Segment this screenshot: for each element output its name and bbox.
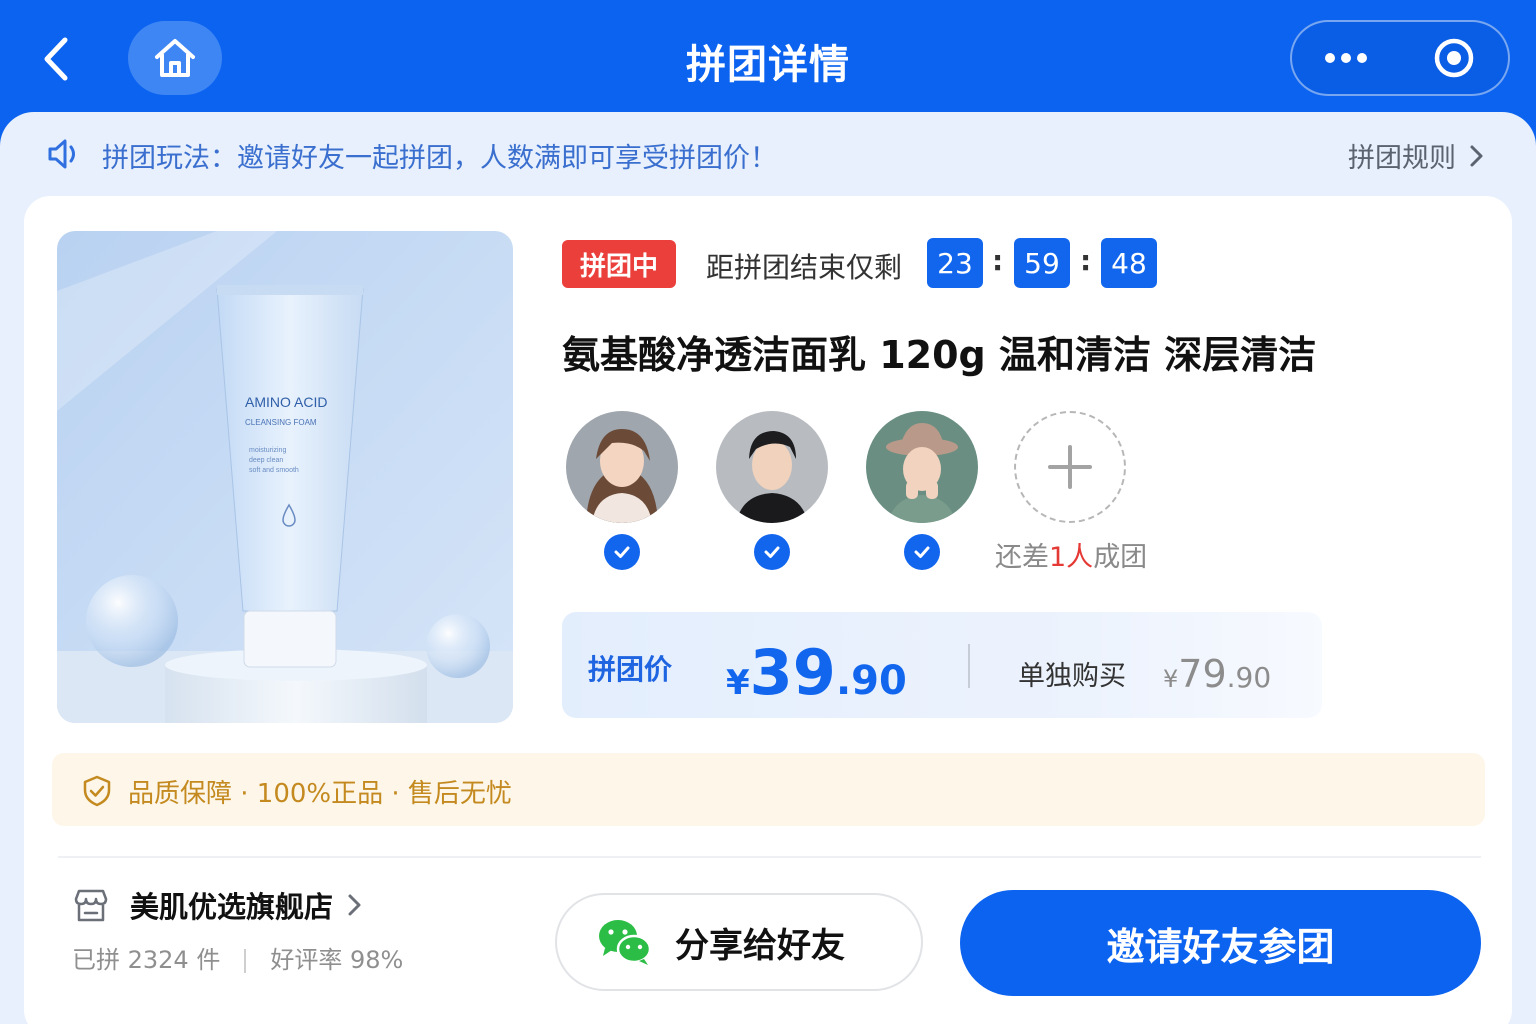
countdown-minutes: 59 xyxy=(1014,238,1070,288)
stats-separator xyxy=(244,949,247,973)
tube-sub-text: CLEANSING FOAM xyxy=(245,418,317,427)
countdown-colon: : xyxy=(1080,244,1092,277)
status-badge: 拼团中 xyxy=(562,240,676,288)
countdown-seconds: 48 xyxy=(1101,238,1157,288)
need-count: 1人 xyxy=(1049,542,1094,573)
countdown-label: 距拼团结束仅剩 xyxy=(706,251,903,284)
countdown-hours: 23 xyxy=(927,238,983,288)
close-button[interactable] xyxy=(1400,22,1508,94)
notice-text: 拼团玩法：邀请好友一起拼团，人数满即可享受拼团价！ xyxy=(102,143,777,174)
single-price-currency: ¥ xyxy=(1163,665,1179,693)
member-check-icon xyxy=(754,534,790,570)
single-price-label: 单独购买 xyxy=(1018,661,1126,692)
single-price: ¥79.90 xyxy=(1163,652,1271,696)
share-button[interactable]: 分享给好友 xyxy=(555,893,923,991)
group-rules-link[interactable]: 拼团规则 xyxy=(1348,136,1488,175)
need-prefix: 还差 xyxy=(995,542,1049,573)
member-check-icon xyxy=(904,534,940,570)
tube-desc-1: moisturizing xyxy=(249,447,286,454)
invite-friends-button[interactable]: 邀请好友参团 xyxy=(960,890,1481,996)
quality-guarantee-bar: 品质保障 · 100%正品 · 售后无忧 xyxy=(52,753,1485,826)
single-price-decimal: .90 xyxy=(1226,661,1272,694)
group-price-currency: ¥ xyxy=(726,663,750,703)
more-button[interactable] xyxy=(1292,22,1400,94)
tube-brand-text: AMINO ACID xyxy=(245,394,327,410)
store-link[interactable]: 美肌优选旗舰店 xyxy=(72,884,365,926)
sold-count: 已拼 2324 件 xyxy=(72,946,221,974)
price-divider xyxy=(968,644,970,688)
avatar xyxy=(866,411,978,523)
shield-check-icon xyxy=(83,775,111,807)
chevron-right-icon xyxy=(348,894,361,916)
plus-icon xyxy=(1048,445,1092,489)
group-rules-label: 拼团规则 xyxy=(1348,143,1456,174)
chevron-right-icon xyxy=(1470,145,1483,166)
countdown-colon: : xyxy=(992,244,1004,277)
member-check-icon xyxy=(604,534,640,570)
wechat-icon xyxy=(599,920,652,965)
group-price: ¥39.90 xyxy=(726,636,907,709)
target-close-icon xyxy=(1434,38,1474,78)
divider xyxy=(58,856,1481,858)
store-icon xyxy=(74,889,108,922)
group-price-decimal: .90 xyxy=(835,658,907,704)
product-title: 氨基酸净透洁面乳 120g 温和清洁 深层清洁 xyxy=(562,333,1317,377)
share-label: 分享给好友 xyxy=(675,925,845,966)
rating: 好评率 98% xyxy=(270,946,404,974)
quality-text: 品质保障 · 100%正品 · 售后无忧 xyxy=(128,779,512,809)
speaker-icon xyxy=(48,139,75,169)
group-price-label: 拼团价 xyxy=(588,653,673,686)
store-stats: 已拼 2324 件 好评率 98% xyxy=(72,940,403,975)
tube-desc-2: deep clean xyxy=(249,457,283,464)
add-member-slot[interactable] xyxy=(1014,411,1126,523)
store-name: 美肌优选旗舰店 xyxy=(130,890,334,924)
mini-program-capsule xyxy=(1290,20,1510,96)
product-image[interactable]: AMINO ACID CLEANSING FOAM moisturizing d… xyxy=(57,231,513,723)
tube-desc-3: soft and smooth xyxy=(249,467,299,474)
nav-bar: 拼团详情 xyxy=(0,0,1536,120)
members-needed-text: 还差1人成团 xyxy=(995,535,1147,574)
group-price-integer: 39 xyxy=(749,636,836,709)
need-suffix: 成团 xyxy=(1093,542,1148,573)
notice-bar: 拼团玩法：邀请好友一起拼团，人数满即可享受拼团价！ 拼团规则 xyxy=(0,112,1536,198)
single-price-integer: 79 xyxy=(1178,652,1227,696)
avatar xyxy=(566,411,678,523)
avatar xyxy=(716,411,828,523)
